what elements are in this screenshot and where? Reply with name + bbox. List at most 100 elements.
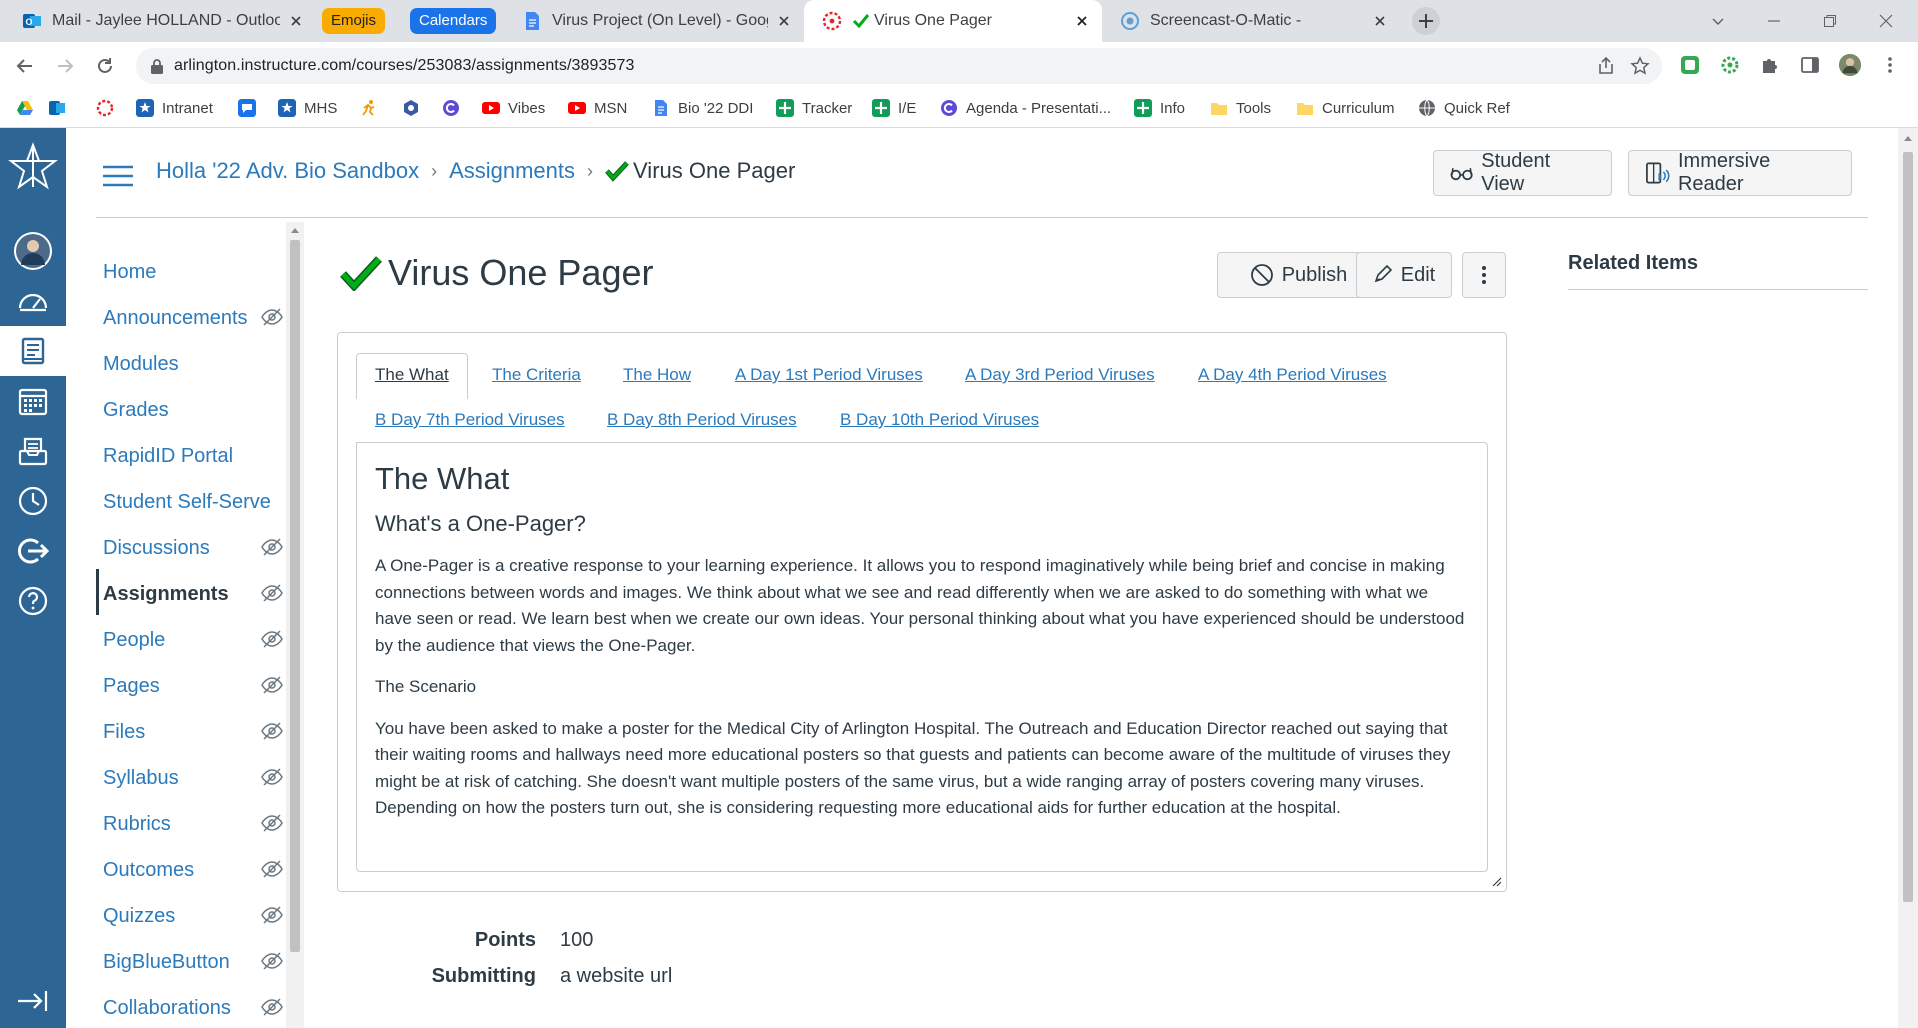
share-icon[interactable]	[1596, 56, 1616, 76]
course-nav-bigbluebutton[interactable]: BigBlueButton	[103, 944, 283, 980]
google-sheets-icon	[872, 99, 890, 117]
course-nav-quizzes[interactable]: Quizzes	[103, 898, 283, 934]
course-nav-student-self-serve[interactable]: Student Self-Serve	[103, 484, 283, 520]
course-nav-rubrics[interactable]: Rubrics	[103, 806, 283, 842]
browser-tab-google-docs[interactable]: Virus Project (On Level) - Google	[504, 0, 804, 42]
nav-dashboard[interactable]	[0, 276, 66, 326]
breadcrumb-assignments-link[interactable]: Assignments	[449, 158, 575, 184]
bookmark-chat[interactable]	[238, 97, 264, 119]
new-tab-button[interactable]	[1412, 7, 1440, 35]
bookmark-folder-tools[interactable]: Tools	[1210, 97, 1271, 119]
nav-commons[interactable]	[0, 526, 66, 576]
tab-the-criteria[interactable]: The Criteria	[492, 365, 581, 385]
tab-a-day-1st-period[interactable]: A Day 1st Period Viruses	[735, 365, 923, 385]
close-icon[interactable]	[288, 13, 304, 29]
browser-tab-screencast[interactable]: Screencast-O-Matic -	[1102, 0, 1400, 42]
course-nav-collaborations[interactable]: Collaborations	[103, 990, 283, 1026]
bookmark-outlook[interactable]	[48, 97, 74, 119]
scrollbar-thumb[interactable]	[290, 240, 300, 952]
breadcrumb-course-link[interactable]: Holla '22 Adv. Bio Sandbox	[156, 158, 419, 184]
bookmark-intranet[interactable]: Intranet	[136, 97, 213, 119]
bookmark-mhs[interactable]: MHS	[278, 97, 337, 119]
course-nav-grades[interactable]: Grades	[103, 392, 283, 428]
browser-tab-virus-one-pager[interactable]: Virus One Pager	[804, 0, 1102, 42]
profile-avatar[interactable]	[1838, 53, 1862, 77]
course-nav-assignments[interactable]: Assignments	[103, 576, 283, 612]
resize-handle-icon[interactable]	[1490, 875, 1502, 887]
student-view-button[interactable]: Student View	[1433, 150, 1612, 196]
back-button[interactable]	[10, 51, 40, 81]
course-nav-discussions[interactable]: Discussions	[103, 530, 283, 566]
bookmark-runner[interactable]	[360, 97, 386, 119]
star-icon[interactable]	[1630, 56, 1650, 76]
bookmark-tracker[interactable]: Tracker	[776, 97, 852, 119]
tab-group-emojis[interactable]: Emojis	[322, 8, 386, 34]
tab-b-day-10th-period[interactable]: B Day 10th Period Viruses	[840, 410, 1039, 430]
tab-b-day-8th-period[interactable]: B Day 8th Period Viruses	[607, 410, 797, 430]
bookmark-vibes[interactable]: Vibes	[482, 97, 545, 119]
more-options-button[interactable]	[1462, 252, 1506, 298]
course-nav-home[interactable]: Home	[103, 254, 283, 290]
immersive-reader-button[interactable]: Immersive Reader	[1628, 150, 1852, 196]
bookmark-folder-curriculum[interactable]: Curriculum	[1296, 97, 1395, 119]
tab-group-calendars[interactable]: Calendars	[410, 8, 497, 34]
nav-help[interactable]	[0, 576, 66, 626]
tab-a-day-3rd-period[interactable]: A Day 3rd Period Viruses	[965, 365, 1155, 385]
tab-search-button[interactable]	[1690, 0, 1746, 42]
scroll-up-arrow-icon[interactable]	[290, 226, 300, 234]
window-close-button[interactable]	[1858, 0, 1914, 42]
course-nav-announcements[interactable]: Announcements	[103, 300, 283, 336]
restore-button[interactable]	[1802, 0, 1858, 42]
bookmark-agenda[interactable]: Agenda - Presentati...	[940, 97, 1111, 119]
address-bar[interactable]: arlington.instructure.com/courses/253083…	[136, 48, 1662, 84]
tab-the-how[interactable]: The How	[623, 365, 691, 385]
extension-green-button[interactable]	[1678, 53, 1702, 77]
nav-calendar[interactable]	[0, 376, 66, 426]
scroll-up-arrow-icon[interactable]	[1903, 134, 1913, 142]
reload-button[interactable]	[90, 51, 120, 81]
star-badge-icon	[136, 99, 154, 117]
nav-inbox[interactable]	[0, 426, 66, 476]
edit-button[interactable]: Edit	[1356, 252, 1452, 298]
tab-the-what[interactable]: The What	[375, 365, 449, 385]
course-nav-files[interactable]: Files	[103, 714, 283, 750]
bookmark-c[interactable]	[442, 97, 468, 119]
scrollbar-thumb[interactable]	[1903, 152, 1913, 902]
forward-button[interactable]	[50, 51, 80, 81]
close-icon[interactable]	[1372, 13, 1388, 29]
nav-courses[interactable]	[0, 326, 66, 376]
chrome-menu-button[interactable]	[1878, 53, 1902, 77]
close-icon[interactable]	[776, 13, 792, 29]
nav-history[interactable]	[0, 476, 66, 526]
course-nav-rapidid-portal[interactable]: RapidID Portal	[103, 438, 283, 474]
nav-collapse[interactable]	[0, 976, 66, 1026]
bookmark-drive[interactable]	[16, 97, 42, 119]
course-nav-scrollbar[interactable]	[286, 222, 304, 1028]
tab-a-day-4th-period[interactable]: A Day 4th Period Viruses	[1198, 365, 1387, 385]
eye-hidden-icon	[261, 308, 283, 326]
extensions-button[interactable]	[1758, 53, 1782, 77]
hamburger-menu-icon[interactable]	[103, 165, 133, 187]
bookmark-quick-ref[interactable]: Quick Ref	[1418, 97, 1510, 119]
browser-tab-outlook[interactable]: O Mail - Jaylee HOLLAND - Outlook	[4, 0, 316, 42]
institution-logo[interactable]	[0, 140, 66, 194]
bookmark-ie[interactable]: I/E	[872, 97, 916, 119]
course-nav-pages[interactable]: Pages	[103, 668, 283, 704]
course-nav-people[interactable]: People	[103, 622, 283, 658]
page-scrollbar[interactable]	[1898, 128, 1918, 1028]
bookmark-msn[interactable]: MSN	[568, 97, 627, 119]
nav-account[interactable]	[0, 226, 66, 276]
bookmark-bio-ddi[interactable]: Bio '22 DDI	[652, 97, 753, 119]
plus-icon	[1419, 14, 1433, 28]
extension-gear-button[interactable]	[1718, 53, 1742, 77]
bookmark-canvas[interactable]	[96, 97, 122, 119]
close-icon[interactable]	[1074, 13, 1090, 29]
side-panel-button[interactable]	[1798, 53, 1822, 77]
tab-b-day-7th-period[interactable]: B Day 7th Period Viruses	[375, 410, 565, 430]
minimize-button[interactable]	[1746, 0, 1802, 42]
course-nav-outcomes[interactable]: Outcomes	[103, 852, 283, 888]
course-nav-modules[interactable]: Modules	[103, 346, 283, 382]
bookmark-hex[interactable]	[402, 97, 428, 119]
course-nav-syllabus[interactable]: Syllabus	[103, 760, 283, 796]
bookmark-info[interactable]: Info	[1134, 97, 1185, 119]
